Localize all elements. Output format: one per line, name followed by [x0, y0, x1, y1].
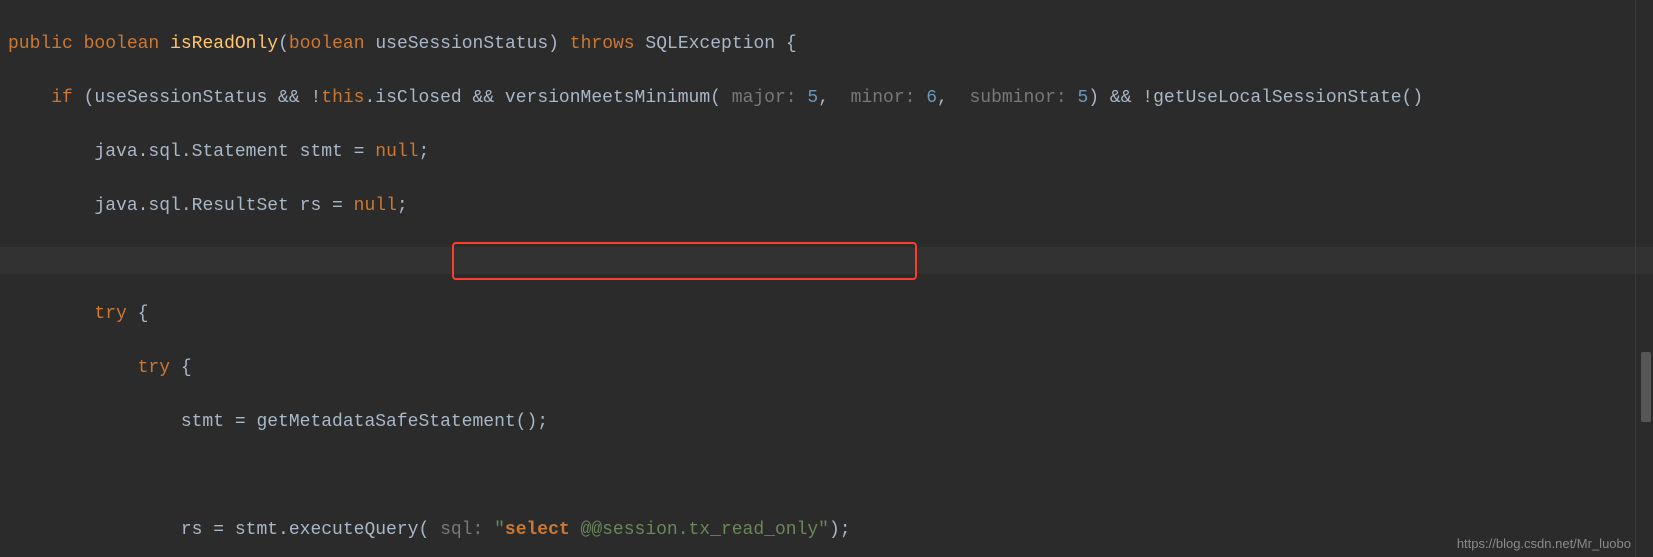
string-literal: ": [494, 520, 505, 540]
text: ) && !getUseLocalSessionState(): [1088, 88, 1423, 108]
code-line: stmt = getMetadataSafeStatement();: [0, 409, 1653, 436]
code-line: [0, 463, 1653, 490]
keyword-this: this: [321, 88, 364, 108]
code-line: java.sql.ResultSet rs = null;: [0, 193, 1653, 220]
keyword-try: try: [138, 358, 170, 378]
text: {: [170, 358, 192, 378]
string-literal: @@session.tx_read_only": [570, 520, 829, 540]
text: java.sql.ResultSet rs =: [94, 196, 353, 216]
inlay-hint: subminor:: [948, 88, 1078, 108]
text: .isClosed && versionMeetsMinimum(: [365, 88, 721, 108]
code-line: java.sql.Statement stmt = null;: [0, 139, 1653, 166]
text: ,: [818, 88, 829, 108]
keyword-try: try: [94, 304, 126, 324]
text: ;: [419, 142, 430, 162]
code-editor[interactable]: public boolean isReadOnly(boolean useSes…: [0, 0, 1653, 557]
code-line: try {: [0, 301, 1653, 328]
keyword-boolean: boolean: [289, 34, 365, 54]
keyword-throws: throws: [570, 34, 635, 54]
code-line: public boolean isReadOnly(boolean useSes…: [0, 31, 1653, 58]
number-literal: 5: [1077, 88, 1088, 108]
param-name: useSessionStatus: [375, 34, 548, 54]
watermark-text: https://blog.csdn.net/Mr_luobo: [1457, 536, 1631, 551]
code-line: if (useSessionStatus && !this.isClosed &…: [0, 85, 1653, 112]
code-line: rs = stmt.executeQuery( sql: "select @@s…: [0, 517, 1653, 544]
inlay-hint: minor:: [829, 88, 926, 108]
text: (useSessionStatus && !: [73, 88, 321, 108]
number-literal: 6: [926, 88, 937, 108]
sql-keyword: select: [505, 520, 570, 540]
method-name: isReadOnly: [170, 34, 278, 54]
number-literal: 5: [807, 88, 818, 108]
text: java.sql.Statement stmt =: [94, 142, 375, 162]
code-line: try {: [0, 355, 1653, 382]
text: ;: [397, 196, 408, 216]
text: {: [127, 304, 149, 324]
text: stmt = getMetadataSafeStatement();: [181, 412, 548, 432]
keyword-null: null: [375, 142, 418, 162]
text: {: [775, 34, 797, 54]
keyword-boolean: boolean: [84, 34, 160, 54]
text: ,: [937, 88, 948, 108]
text: );: [829, 520, 851, 540]
code-line: [0, 247, 1653, 274]
keyword-if: if: [51, 88, 73, 108]
keyword-null: null: [354, 196, 397, 216]
text: ): [548, 34, 559, 54]
text: rs = stmt.executeQuery(: [181, 520, 429, 540]
inlay-hint: sql:: [429, 520, 494, 540]
inlay-hint: major:: [721, 88, 807, 108]
keyword-public: public: [8, 34, 73, 54]
text: (: [278, 34, 289, 54]
type-name: SQLException: [645, 34, 775, 54]
